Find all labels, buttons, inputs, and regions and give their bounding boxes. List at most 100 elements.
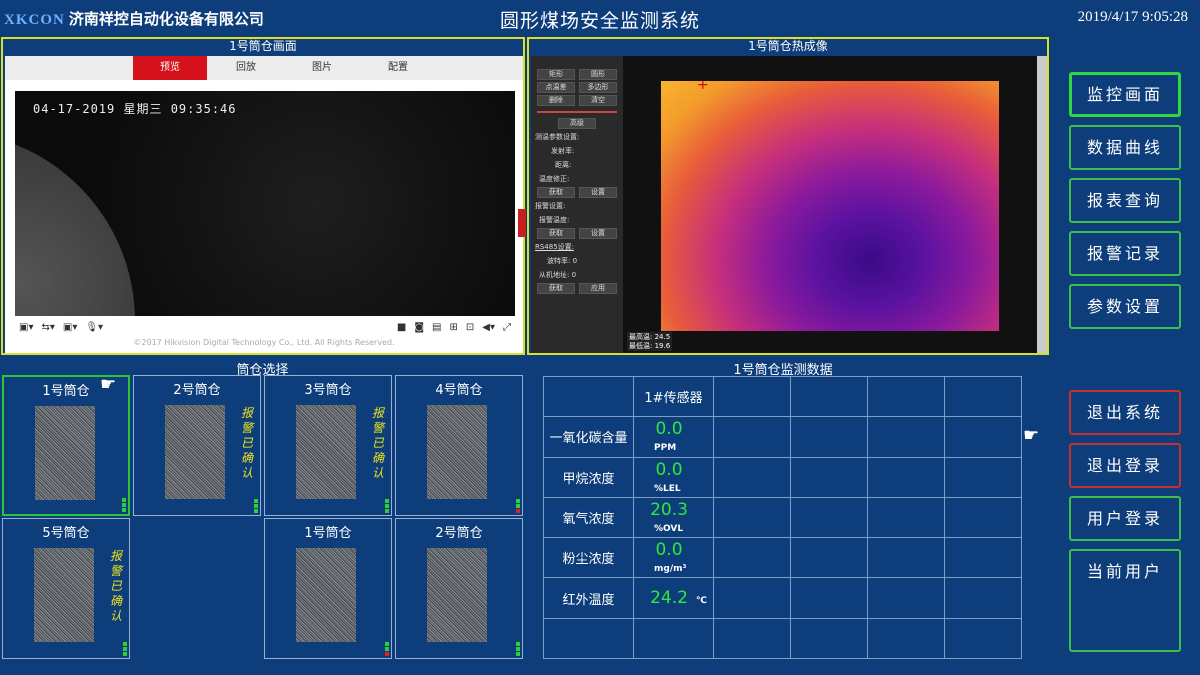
row-label: 一氧化碳含量: [543, 416, 634, 458]
layout-icon[interactable]: ▣▾: [19, 322, 33, 333]
alarm-record-button[interactable]: 报警记录: [1069, 231, 1181, 276]
clear-button[interactable]: 清空: [579, 95, 617, 106]
row-unit: mg/m³: [654, 564, 687, 575]
alarm-get-button[interactable]: 获取: [537, 228, 575, 239]
stream-icon[interactable]: ▣▾: [63, 322, 77, 333]
advanced-button[interactable]: 高级: [558, 118, 596, 129]
thermal-panel: 1号筒仓热成像 矩形 圆形 点温差 多边形 删除 清空 高级 测温参数设置: 发射率:…: [527, 37, 1049, 355]
alarm-set-button[interactable]: 设置: [579, 228, 617, 239]
status-leds: [123, 641, 127, 656]
slave-label: 从机地址:: [539, 271, 570, 279]
page-title: 圆形煤场安全监测系统: [499, 10, 700, 32]
bin-card-5[interactable]: 5号筒仓 报警已确认: [2, 518, 130, 659]
mic-icon[interactable]: 🎙▾: [85, 322, 103, 333]
camera-panel-title: 1号筒仓画面: [229, 39, 297, 53]
delete-button[interactable]: 删除: [537, 95, 575, 106]
emissivity-label: 发射率:: [551, 147, 575, 155]
monitor-data-table: 1#传感器 一氧化碳含量 0.0 PPM 甲烷浓度 0.0 %LEL 氧气浓度 20…: [543, 375, 1022, 660]
thermal-settings-panel: 矩形 圆形 点温差 多边形 删除 清空 高级 测温参数设置: 发射率: 距离: 温度修…: [531, 56, 623, 353]
bin-thumbnail: [165, 405, 225, 499]
bin-card-4[interactable]: 4号筒仓: [395, 375, 523, 516]
bin-thumbnail: [296, 548, 356, 642]
alarm-confirmed-label: 报警已确认: [371, 406, 384, 480]
camera-panel: 1号筒仓画面 预览 回放 图片 配置 04-17-2019 星期三 09:35:…: [1, 37, 526, 355]
table-row: 甲烷浓度 0.0 %LEL: [543, 456, 1022, 498]
table-row: 一氧化碳含量 0.0 PPM: [543, 416, 1022, 458]
set-button[interactable]: 设置: [579, 187, 617, 198]
divider: [537, 111, 617, 113]
data-curve-button[interactable]: 数据曲线: [1069, 125, 1181, 170]
logout-button[interactable]: 退出登录: [1069, 443, 1181, 488]
exit-system-button[interactable]: 退出系统: [1069, 390, 1181, 435]
bin-card-7[interactable]: 2号筒仓: [395, 518, 523, 659]
fullscreen-icon[interactable]: ⤢: [503, 322, 511, 333]
focus-icon[interactable]: ⊡: [466, 322, 474, 333]
tab-playback[interactable]: 回放: [209, 56, 283, 80]
rect-button[interactable]: 矩形: [537, 69, 575, 80]
report-query-button[interactable]: 报表查询: [1069, 178, 1181, 223]
sensor-header: 1#传感器: [633, 375, 714, 418]
temp-correction-label: 温度修正:: [539, 175, 570, 183]
row-label: 甲烷浓度: [543, 456, 634, 498]
current-user-button[interactable]: 当前用户: [1069, 549, 1181, 652]
capture-icon[interactable]: ◙: [414, 322, 424, 333]
tab-preview[interactable]: 预览: [133, 56, 207, 80]
video-osd-timestamp: 04-17-2019 星期三 09:35:46: [33, 102, 237, 116]
rs485-get-button[interactable]: 获取: [537, 283, 575, 294]
parameter-settings-button[interactable]: 参数设置: [1069, 284, 1181, 329]
video-feed[interactable]: 04-17-2019 星期三 09:35:46: [15, 91, 515, 316]
circle-button[interactable]: 圆形: [579, 69, 617, 80]
status-leds: [516, 641, 520, 656]
get-button[interactable]: 获取: [537, 187, 575, 198]
collapse-handle[interactable]: [518, 209, 526, 237]
bin-name: 4号筒仓: [435, 383, 483, 398]
row-value: 20.3: [650, 499, 688, 520]
bin-card-3[interactable]: 3号筒仓 报警已确认: [264, 375, 392, 516]
user-login-button[interactable]: 用户登录: [1069, 496, 1181, 541]
datetime-display: 2019/4/17 9:05:28: [1077, 9, 1188, 25]
bin-thumbnail: [34, 548, 94, 642]
distance-label: 距离:: [555, 161, 572, 169]
bin-card-1[interactable]: 1号筒仓: [2, 375, 130, 516]
bin-name: 5号筒仓: [42, 526, 90, 541]
row-unit: PPM: [654, 443, 677, 454]
thermal-image[interactable]: +: [661, 81, 999, 331]
pointer-hand-icon: ☛: [1023, 425, 1040, 446]
table-row: [543, 617, 1022, 660]
stop-icon[interactable]: ■: [397, 322, 406, 333]
volume-icon[interactable]: ◀▾: [482, 322, 495, 333]
ptz-icon[interactable]: ⇆▾: [41, 322, 54, 333]
row-label: 粉尘浓度: [543, 537, 634, 579]
table-header-row: 1#传感器: [543, 375, 1022, 418]
camera-tabs: 预览 回放 图片 配置: [5, 56, 523, 80]
bin-thumbnail: [35, 406, 95, 500]
thermal-viewer: 矩形 圆形 点温差 多边形 删除 清空 高级 测温参数设置: 发射率: 距离: 温度修…: [531, 56, 1047, 353]
tab-config[interactable]: 配置: [361, 56, 435, 80]
bin-card-6[interactable]: 1号筒仓: [264, 518, 392, 659]
camera-controls: ▣▾ ⇆▾ ▣▾ 🎙▾ ■ ◙ ▤ ⊞ ⊡ ◀▾ ⤢: [15, 318, 515, 336]
row-label: 氧气浓度: [543, 496, 634, 539]
polygon-button[interactable]: 多边形: [579, 82, 617, 93]
monitor-button[interactable]: 监控画面: [1069, 72, 1181, 117]
record-icon[interactable]: ▤: [432, 322, 441, 333]
slave-value[interactable]: 0: [572, 271, 576, 279]
thermal-scrollbar[interactable]: [1037, 56, 1047, 353]
status-leds: [254, 498, 258, 513]
bin-name: 2号筒仓: [435, 526, 483, 541]
baud-label: 波特率:: [547, 257, 571, 265]
camera-viewer: 预览 回放 图片 配置 04-17-2019 星期三 09:35:46 ▣▾ ⇆…: [5, 56, 526, 353]
status-leds: [122, 497, 126, 512]
baud-value[interactable]: 0: [573, 257, 577, 265]
apply-button[interactable]: 应用: [579, 283, 617, 294]
bin-thumbnail: [427, 548, 487, 642]
row-unit: ℃: [696, 596, 707, 607]
tab-pictures[interactable]: 图片: [285, 56, 359, 80]
measure-settings-label: 测温参数设置:: [535, 133, 580, 141]
table-row: 氧气浓度 20.3 %OVL: [543, 496, 1022, 539]
row-value: 0.0: [655, 419, 683, 440]
zoom-icon[interactable]: ⊞: [450, 322, 458, 333]
alarm-settings-label: 报警设置:: [535, 202, 566, 210]
status-leds: [516, 498, 520, 513]
point-diff-button[interactable]: 点温差: [537, 82, 575, 93]
bin-card-2[interactable]: 2号筒仓 报警已确认: [133, 375, 261, 516]
